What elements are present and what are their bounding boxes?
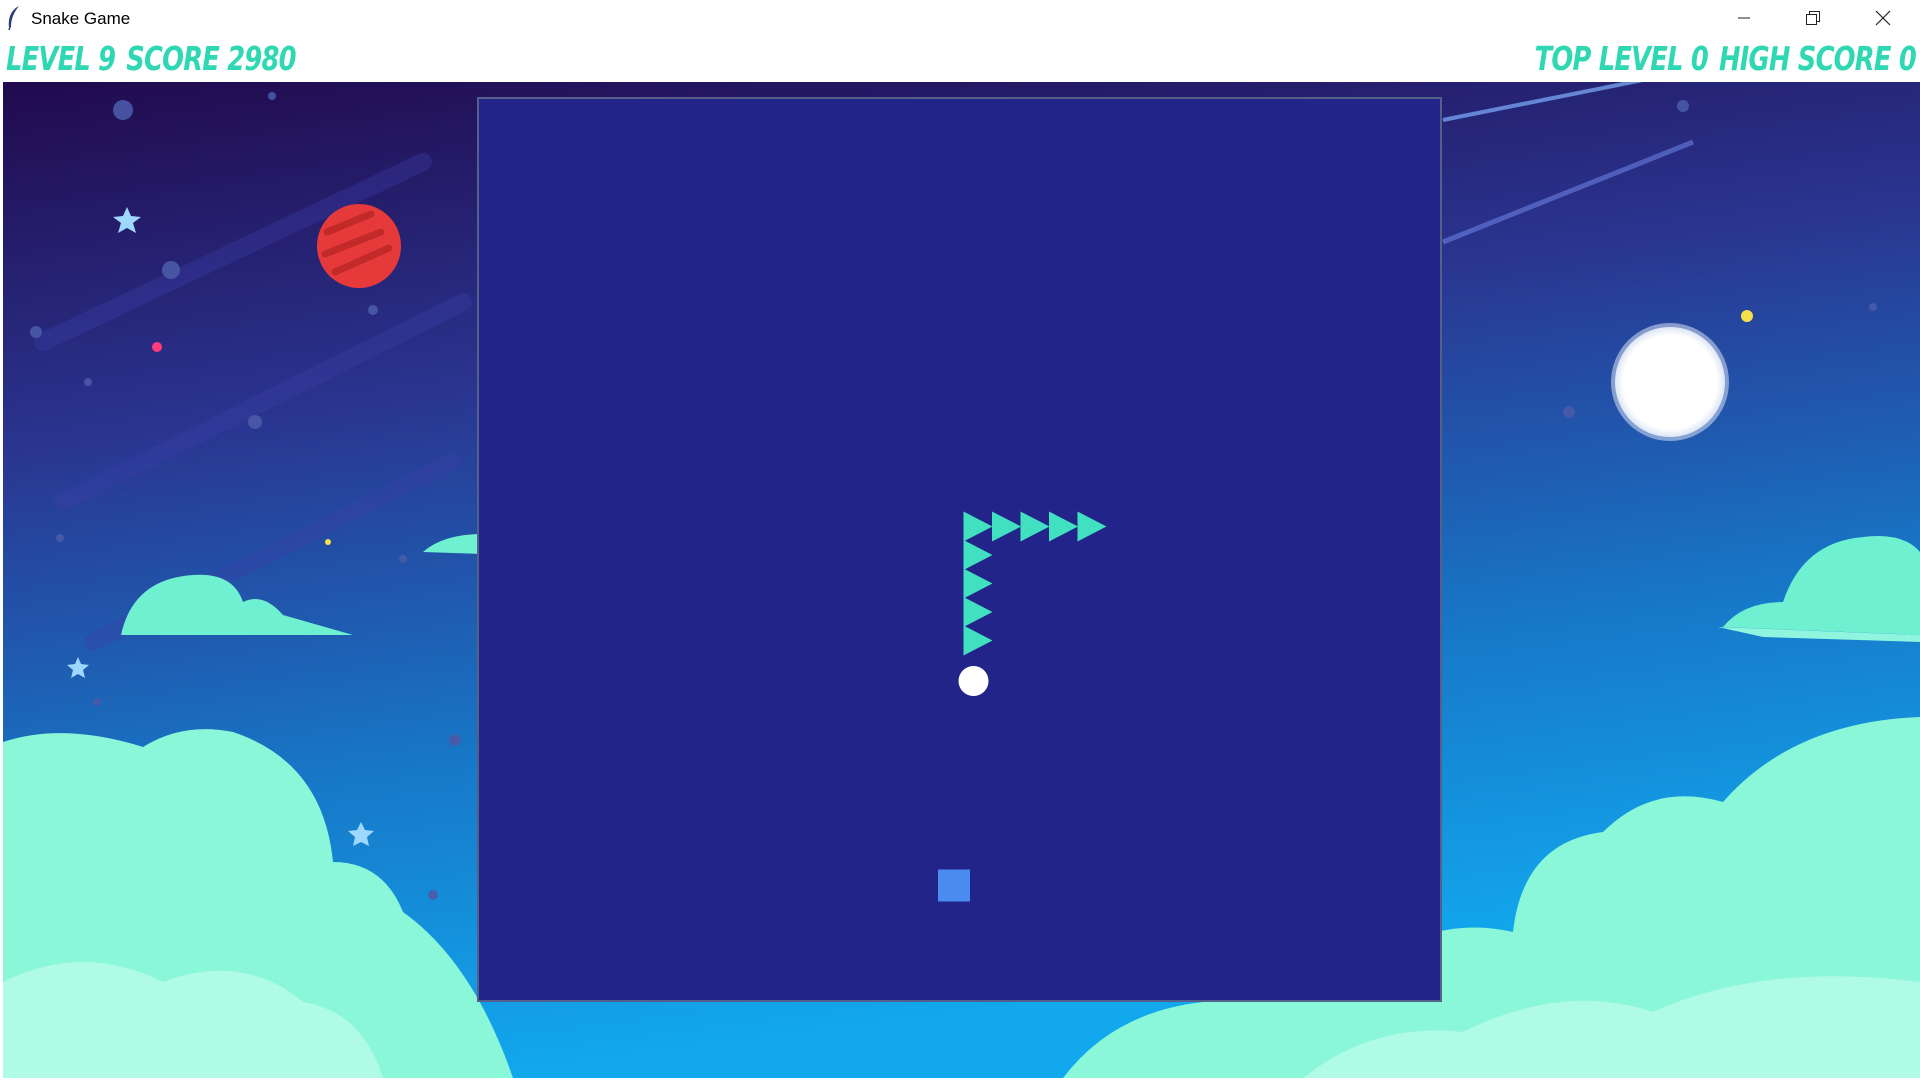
snake-segment xyxy=(963,568,993,599)
window-title-bar: Snake Game xyxy=(0,0,1920,37)
high-score-label: HIGH SCORE xyxy=(1719,39,1891,78)
snake-segment xyxy=(963,511,993,542)
red-planet xyxy=(317,204,401,288)
hud-left: LEVEL 9 SCORE 2980 xyxy=(6,39,378,78)
food-pellet xyxy=(938,869,970,902)
snake-segment xyxy=(1020,511,1050,542)
snake-segment xyxy=(963,625,993,656)
level-value: 9 xyxy=(98,39,116,78)
top-level-label: TOP LEVEL xyxy=(1534,39,1684,78)
top-level-value: 0 xyxy=(1690,39,1709,78)
snake-segment xyxy=(1077,511,1107,542)
minimize-icon xyxy=(1738,17,1750,18)
game-board[interactable] xyxy=(477,97,1442,1002)
high-score-value: 0 xyxy=(1898,39,1917,78)
restore-icon xyxy=(1806,10,1820,25)
level-label: LEVEL xyxy=(6,39,91,78)
close-button[interactable] xyxy=(1849,0,1917,35)
snake-head xyxy=(958,666,989,696)
snake-segment xyxy=(963,540,993,570)
snake-segment xyxy=(992,511,1021,542)
hud-bar: LEVEL 9 SCORE 2980 TOP LEVEL 0 HIGH SCORE … xyxy=(0,36,1920,81)
hud-right: TOP LEVEL 0 HIGH SCORE 0 xyxy=(1427,39,1917,78)
board-canvas xyxy=(938,511,1107,902)
restore-button[interactable] xyxy=(1779,0,1847,35)
feather-icon xyxy=(6,5,22,31)
snake-segment xyxy=(963,597,993,627)
window-title: Snake Game xyxy=(31,9,131,28)
score-label: SCORE xyxy=(126,39,220,78)
score-value: 2980 xyxy=(227,39,296,78)
close-icon xyxy=(1875,10,1891,25)
top-level-high-score-readout: TOP LEVEL 0 HIGH SCORE 0 xyxy=(1534,39,1917,78)
snake-segment xyxy=(1049,511,1078,542)
minimize-button[interactable] xyxy=(1710,0,1778,35)
moon xyxy=(1611,323,1729,441)
level-score-readout: LEVEL 9 SCORE 2980 xyxy=(6,39,297,78)
